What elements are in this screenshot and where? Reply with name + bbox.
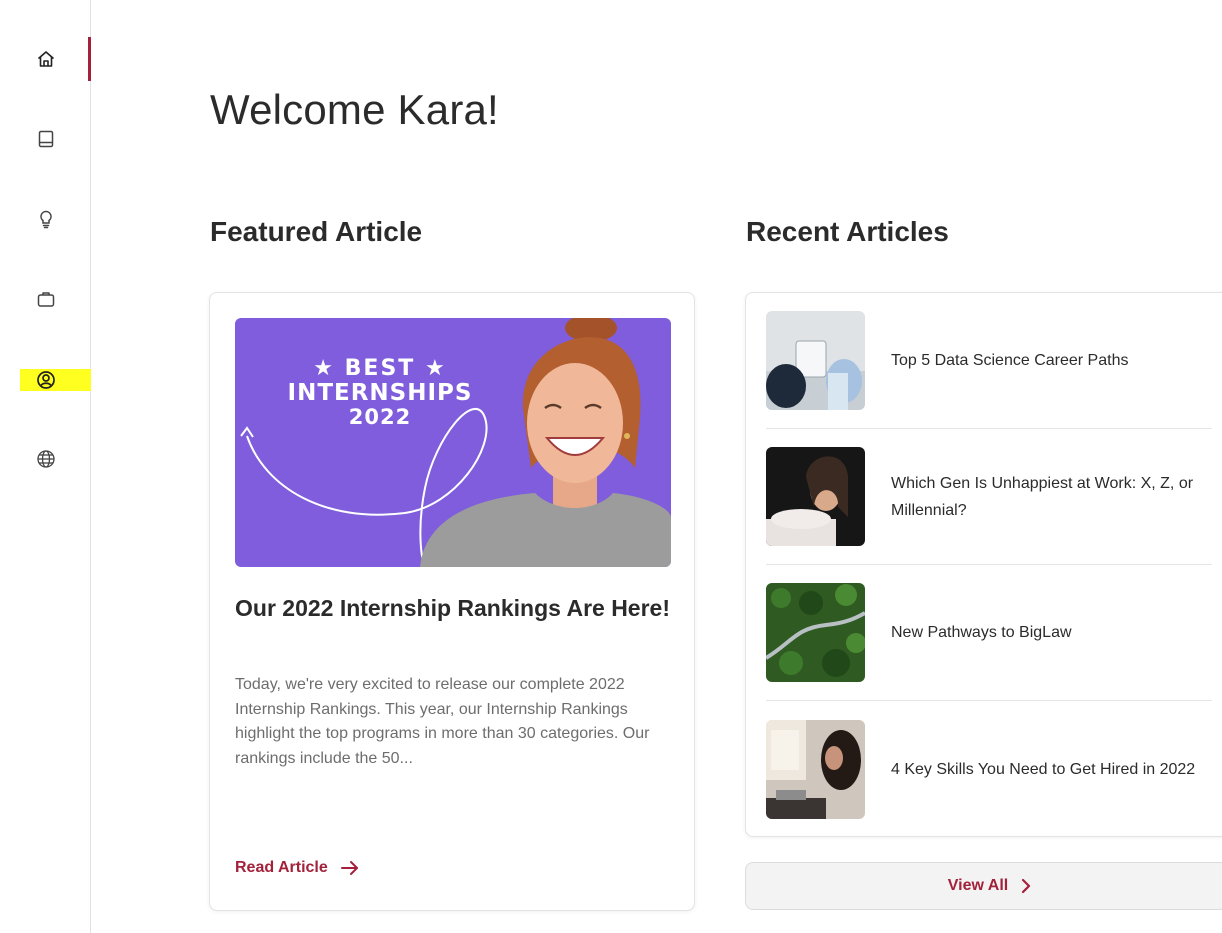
hero-text-line3: 2022 [348, 405, 412, 429]
globe-icon [37, 450, 55, 468]
home-icon [37, 51, 55, 67]
book-icon [38, 130, 54, 148]
sidebar-item-book[interactable] [20, 118, 91, 160]
sidebar-nav [0, 0, 91, 933]
divider [766, 428, 1212, 429]
hero-text-line1: ★ BEST ★ [313, 356, 447, 381]
featured-article-image[interactable]: ★ BEST ★ INTERNSHIPS 2022 [235, 318, 671, 567]
article-thumbnail [766, 720, 865, 819]
featured-article-card[interactable]: ★ BEST ★ INTERNSHIPS 2022 Our 2022 Inter… [209, 292, 695, 911]
recent-article-item[interactable]: 4 Key Skills You Need to Get Hired in 20… [766, 720, 1212, 819]
briefcase-icon [37, 292, 55, 307]
article-thumbnail [766, 447, 865, 546]
recent-article-item[interactable]: New Pathways to BigLaw [766, 583, 1212, 682]
featured-section-title: Featured Article [210, 216, 423, 247]
featured-article-excerpt: Today, we're very excited to release our… [235, 676, 650, 767]
hero-text: ★ BEST ★ INTERNSHIPS 2022 [265, 358, 495, 428]
page-title: Welcome Kara! [210, 86, 499, 133]
read-article-label: Read Article [235, 859, 328, 876]
sidebar-item-profile[interactable] [20, 369, 91, 391]
arrow-right-icon [340, 861, 358, 875]
view-all-label: View All [947, 877, 1009, 894]
sidebar-item-globe[interactable] [20, 438, 91, 480]
recent-section-title: Recent Articles [746, 216, 949, 247]
recent-article-title: Top 5 Data Science Career Paths [891, 352, 1129, 369]
chevron-right-icon [1022, 878, 1031, 894]
article-thumbnail [766, 311, 865, 410]
view-all-button[interactable]: View All [745, 862, 1222, 910]
divider [766, 564, 1212, 565]
hero-text-line2: INTERNSHIPS [287, 380, 473, 406]
sidebar-item-home[interactable] [20, 37, 91, 81]
recent-article-item[interactable]: Which Gen Is Unhappiest at Work: X, Z, o… [766, 447, 1212, 546]
recent-articles-card: Top 5 Data Science Career Paths Which Ge… [745, 292, 1222, 837]
read-article-link[interactable]: Read Article [235, 859, 360, 877]
featured-article-title[interactable]: Our 2022 Internship Rankings Are Here! [235, 591, 675, 625]
sidebar-item-lightbulb[interactable] [20, 198, 91, 240]
lightbulb-icon [40, 210, 52, 229]
recent-article-item[interactable]: Top 5 Data Science Career Paths [766, 311, 1212, 410]
sidebar-item-briefcase[interactable] [20, 278, 91, 320]
divider [766, 700, 1212, 701]
hero-illustration [240, 318, 671, 567]
user-circle-icon [37, 371, 55, 389]
recent-article-title: 4 Key Skills You Need to Get Hired in 20… [891, 761, 1196, 778]
recent-article-title: New Pathways to BigLaw [891, 624, 1072, 641]
article-thumbnail [766, 583, 865, 682]
recent-article-title: Which Gen Is Unhappiest at Work: X, Z, o… [891, 474, 1194, 519]
